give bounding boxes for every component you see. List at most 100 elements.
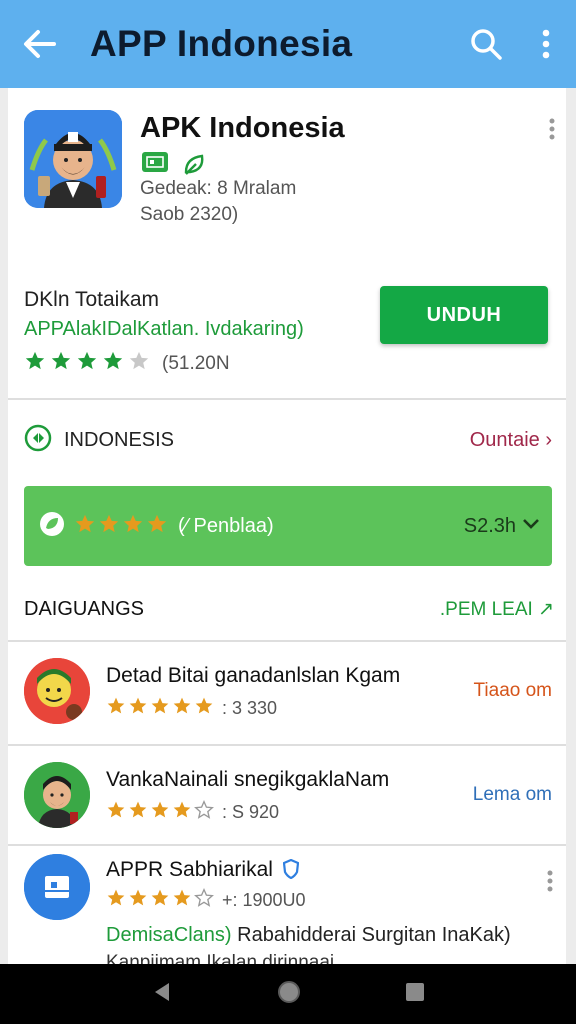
leaf-badge-icon <box>38 510 66 543</box>
app-bar: APP Indonesia <box>0 0 576 88</box>
more-options-button[interactable] <box>516 0 576 88</box>
star-icon <box>106 888 126 913</box>
item-title: APPR Sabhiarikal <box>106 858 299 882</box>
item-more-button[interactable] <box>546 870 554 897</box>
star-icon <box>128 696 148 721</box>
download-title: DKln Totaikam <box>24 288 160 311</box>
avatar-face-icon <box>24 658 90 724</box>
item-rating-count: : 3 330 <box>222 698 278 718</box>
search-icon <box>471 29 502 60</box>
more-vert-icon <box>549 118 555 140</box>
app-badges <box>142 152 208 176</box>
item-description-text: Rabahidderai Surgitan InaKak) <box>231 924 511 946</box>
star-icon <box>172 696 192 721</box>
section-link[interactable]: .PEM LEAI ↗ <box>440 598 554 621</box>
star-icon <box>102 350 124 377</box>
download-rating: (51.20N <box>24 350 230 377</box>
star-icon <box>74 513 96 540</box>
app-header: APK Indonesia Gedeak: 8 Mralam Saob 2320… <box>8 88 566 400</box>
item-rating: : S 920 <box>106 800 279 825</box>
content-sheet: APK Indonesia Gedeak: 8 Mralam Saob 2320… <box>8 88 566 964</box>
app-name: APK Indonesia <box>140 112 345 144</box>
developer-text: Gedeak: 8 Mralam <box>140 178 297 199</box>
item-action-link[interactable]: Lema om <box>473 784 552 806</box>
nav-back-button[interactable] <box>151 981 173 1008</box>
star-empty-icon <box>194 888 214 913</box>
item-action-link[interactable]: Tiaao om <box>474 680 553 702</box>
section-title: DAIGUANGS <box>24 597 145 620</box>
rating-count: (51.20N <box>162 352 230 374</box>
star-icon <box>106 696 126 721</box>
item-rating: : 3 330 <box>106 696 277 721</box>
avatar <box>24 854 90 920</box>
date-text: Saob 2320) <box>140 204 239 225</box>
item-description: DemisaClans) Rabahidderai Surgitan InaKa… <box>106 924 511 947</box>
chevron-down-icon[interactable] <box>522 517 540 535</box>
item-description-highlight: DemisaClans) <box>106 924 232 946</box>
star-icon <box>150 888 170 913</box>
list-item[interactable]: Detad Bitai ganadanlslan Kgam : 3 330 Ti… <box>8 644 566 744</box>
more-vert-icon <box>547 870 553 892</box>
banner-stars <box>74 513 168 540</box>
system-nav-bar <box>0 964 576 1024</box>
verified-shield-icon <box>282 858 299 880</box>
list-item[interactable]: VankaNainali snegikgaklaNam : S 920 Lema… <box>8 748 566 848</box>
divider <box>8 744 566 746</box>
home-circle-icon <box>277 980 300 1003</box>
item-title-text: APPR Sabhiarikal <box>106 858 273 881</box>
page-title: APP Indonesia <box>90 23 353 64</box>
avatar <box>24 658 90 724</box>
banner-text: (⁄ Penblaa) <box>178 514 274 537</box>
region-label: INDONESIS <box>64 428 175 451</box>
star-icon <box>172 800 192 825</box>
avatar <box>24 762 90 828</box>
star-icon <box>172 888 192 913</box>
star-icon <box>98 513 120 540</box>
item-rating: +: 1900U0 <box>106 888 306 913</box>
more-vert-icon <box>542 29 550 59</box>
star-empty-icon <box>194 800 214 825</box>
star-empty-icon <box>128 350 150 377</box>
avatar-man-icon <box>24 110 122 208</box>
star-icon <box>50 350 72 377</box>
item-rating-count: : S 920 <box>222 802 280 822</box>
avatar-man-icon <box>24 762 90 828</box>
nav-recents-button[interactable] <box>405 982 425 1007</box>
install-button[interactable]: UNDUH <box>380 286 548 344</box>
back-arrow-icon <box>24 30 56 58</box>
divider <box>8 398 566 400</box>
rating-badge-icon <box>142 152 168 172</box>
star-icon <box>194 696 214 721</box>
star-icon <box>150 800 170 825</box>
star-icon <box>146 513 168 540</box>
star-icon <box>128 888 148 913</box>
item-rating-count: +: 1900U0 <box>222 890 306 910</box>
region-icon <box>24 424 52 457</box>
list-item[interactable]: APPR Sabhiarikal +: 1900U0 DemisaClans) … <box>8 848 566 964</box>
region-link[interactable]: Ountaie › <box>470 429 552 452</box>
star-icon <box>122 513 144 540</box>
promo-banner[interactable]: (⁄ Penblaa) S2.3h <box>24 486 552 566</box>
star-icon <box>128 800 148 825</box>
item-title: VankaNainali snegikgaklaNam <box>106 768 390 791</box>
star-icon <box>24 350 46 377</box>
app-icon[interactable] <box>24 110 122 208</box>
search-button[interactable] <box>456 0 516 88</box>
divider <box>8 640 566 642</box>
square-recents-icon <box>405 982 424 1001</box>
star-icon <box>106 800 126 825</box>
back-button[interactable] <box>0 0 78 88</box>
section-header: DAIGUANGS .PEM LEAI ↗ <box>8 582 566 636</box>
star-icon <box>76 350 98 377</box>
divider <box>8 844 566 846</box>
item-description-2: Kanpiimam Ikalan dirinnaai <box>106 952 335 964</box>
app-store-icon <box>24 854 90 920</box>
triangle-back-icon <box>155 982 170 1001</box>
item-title: Detad Bitai ganadanlslan Kgam <box>106 664 401 687</box>
download-subtitle: APPAlakIDalKatlan. Ivdakaring) <box>24 318 304 340</box>
app-more-button[interactable] <box>548 118 556 145</box>
verified-leaf-icon <box>184 154 204 175</box>
star-icon <box>150 696 170 721</box>
nav-home-button[interactable] <box>276 979 302 1010</box>
region-row[interactable]: INDONESIS Ountaie › <box>8 408 566 472</box>
